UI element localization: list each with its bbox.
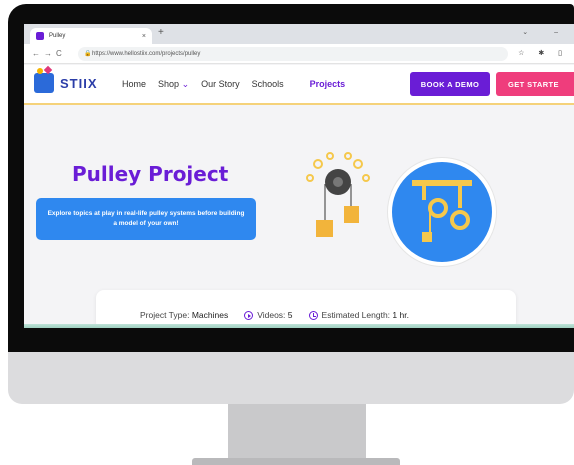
nav-schools[interactable]: Schools	[252, 79, 284, 90]
pulley-system-icon	[412, 180, 472, 242]
project-info-card: Project Type: Machines Videos: 5 Estimat…	[96, 290, 516, 328]
main-nav: Home Shop ⌄ Our Story Schools Projects	[122, 79, 345, 90]
book-demo-button[interactable]: BOOK A DEMO	[410, 72, 490, 96]
close-tab-icon[interactable]: ×	[142, 33, 146, 40]
hero-description: Explore topics at play in real-life pull…	[36, 198, 256, 240]
screen: Pulley × + ⌄ – ←→C 🔒 https://www.hellost…	[24, 24, 574, 328]
nav-projects[interactable]: Projects	[310, 79, 346, 90]
nav-shop[interactable]: Shop ⌄	[158, 79, 189, 90]
logo-icon	[34, 68, 54, 93]
browser-nav-buttons[interactable]: ←→C	[32, 49, 66, 58]
tab-title: Pulley	[49, 33, 66, 39]
browser-tabbar: Pulley × + ⌄ –	[24, 24, 574, 44]
new-tab-button[interactable]: +	[158, 27, 164, 38]
page-title: Pulley Project	[72, 162, 229, 186]
browser-addressbar: ←→C 🔒 https://www.hellostiix.com/project…	[24, 44, 574, 64]
estimated-length: Estimated Length: 1 hr.	[308, 310, 409, 321]
section-divider	[24, 324, 574, 328]
videos-count: Videos: 5	[244, 310, 293, 321]
chevron-down-icon: ⌄	[181, 79, 190, 89]
browser-tab[interactable]: Pulley ×	[30, 28, 152, 44]
nav-our-story[interactable]: Our Story	[201, 79, 240, 90]
favicon-icon	[36, 32, 44, 40]
logo-text: STIIX	[60, 75, 98, 91]
nav-home[interactable]: Home	[122, 79, 146, 90]
project-info-row: Project Type: Machines Videos: 5 Estimat…	[140, 310, 409, 321]
pulley-badge	[388, 158, 496, 266]
clock-icon	[308, 311, 318, 321]
stiix-logo[interactable]: STIIX	[34, 68, 98, 93]
browser-toolbar-icons[interactable]: ☆ ✱ ▯	[518, 49, 568, 57]
pulley-illustration	[306, 152, 370, 237]
play-icon	[244, 311, 254, 321]
monitor-base	[192, 458, 400, 465]
monitor-chin	[8, 352, 574, 404]
url-input[interactable]: 🔒 https://www.hellostiix.com/projects/pu…	[78, 47, 508, 61]
monitor-stand	[228, 404, 366, 460]
site-header: STIIX Home Shop ⌄ Our Story Schools Proj…	[24, 65, 574, 105]
lock-icon: 🔒	[84, 51, 92, 57]
window-controls[interactable]: ⌄ –	[522, 28, 570, 36]
url-text: https://www.hellostiix.com/projects/pull…	[92, 51, 201, 57]
project-type: Project Type: Machines	[140, 310, 229, 321]
get-started-button[interactable]: GET STARTE	[496, 72, 574, 96]
